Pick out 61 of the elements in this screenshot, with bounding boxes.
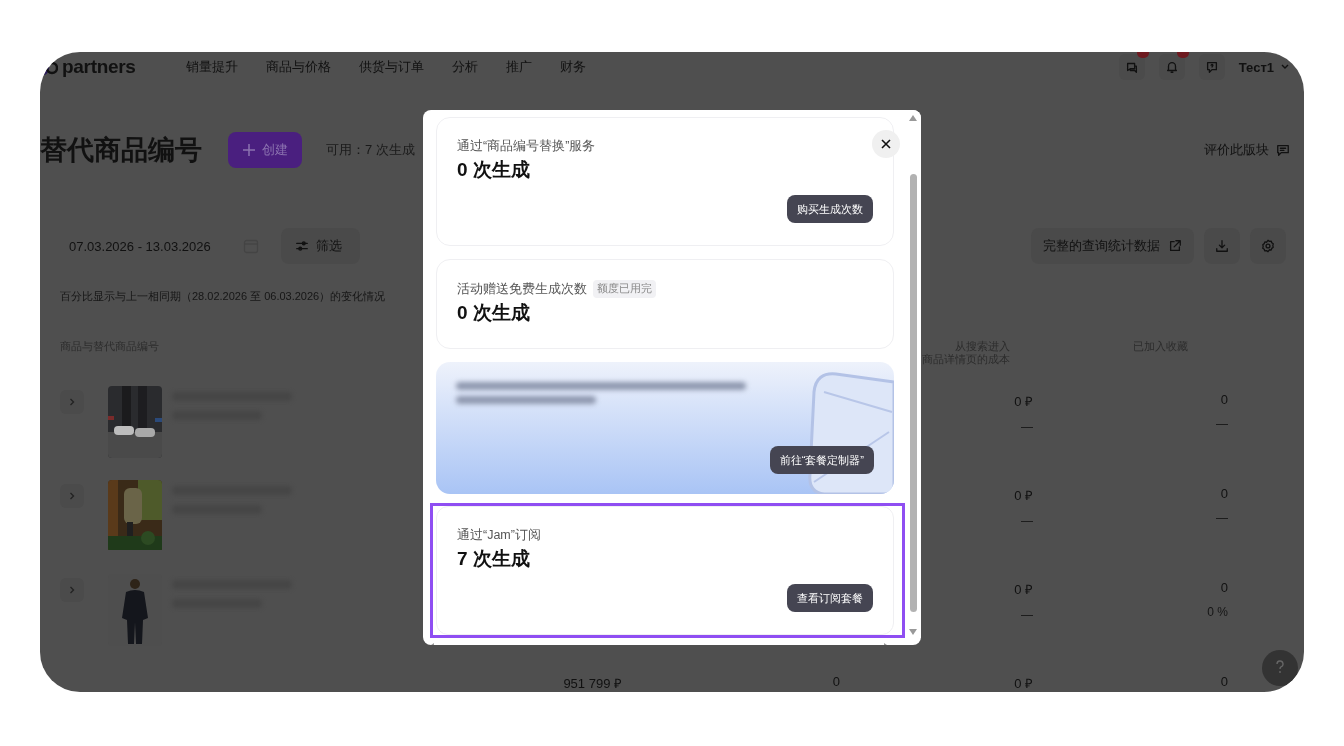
table-cell-text: 951 799 ₽ — [563, 675, 622, 692]
download-icon — [1215, 239, 1229, 253]
table-cell: 0 — [1220, 674, 1228, 689]
card-label: 通过“Jam”订阅 — [457, 527, 541, 544]
expand-button[interactable] — [60, 390, 84, 414]
user-menu[interactable]: Тест1 — [1238, 59, 1290, 75]
nav-item[interactable]: 分析 — [452, 58, 478, 76]
table-cell-text: 0 ₽ — [1014, 675, 1033, 692]
change-value: — — [1216, 417, 1228, 431]
generation-count: 0 次生成 — [457, 301, 531, 325]
nav-item[interactable]: 销量提升 — [186, 58, 238, 76]
table-cell-text: 0 ₽ — [1014, 581, 1033, 598]
nav-item[interactable]: 推广 — [506, 58, 532, 76]
settings-icon — [1261, 239, 1275, 253]
card-action-button[interactable]: 查看订阅套餐 — [787, 584, 873, 612]
change-value: — — [1021, 514, 1033, 528]
logo-text: partners — [62, 56, 136, 78]
change-value: — — [1021, 608, 1033, 622]
table-cell: 0 — [1220, 486, 1228, 501]
scroll-up-icon[interactable] — [909, 114, 917, 122]
chevron-icon — [67, 397, 77, 407]
date-range[interactable]: 07.03.2026 - 13.03.2026 — [69, 238, 211, 254]
sliders-icon — [294, 239, 309, 253]
chevron-icon — [67, 491, 77, 501]
nav-item[interactable]: 商品与价格 — [266, 58, 331, 76]
close-button[interactable] — [872, 130, 900, 158]
help-button[interactable] — [1262, 650, 1298, 686]
comment-icon — [1276, 143, 1290, 157]
table-cell-text: 0 ₽ — [1014, 393, 1033, 410]
external-link-icon — [1168, 239, 1182, 253]
nav-item[interactable]: 供货与订单 — [359, 58, 424, 76]
change-value: 0 % — [1207, 605, 1228, 619]
card-action-button[interactable]: 购买生成次数 — [787, 195, 873, 223]
rate-link[interactable]: 评价此版块 — [1204, 141, 1290, 159]
nav-item[interactable]: 财务 — [560, 58, 586, 76]
scroll-down-icon[interactable] — [909, 628, 917, 636]
chat-icon — [1124, 60, 1139, 74]
table-cell-text: 0 ₽ — [1014, 487, 1033, 504]
settings-button[interactable] — [1250, 228, 1286, 264]
generation-count: 7 次生成 — [457, 547, 531, 571]
promo-button[interactable]: 前往“套餐定制器” — [769, 446, 874, 474]
expand-button[interactable] — [60, 578, 84, 602]
close-icon — [881, 139, 891, 149]
download-button[interactable] — [1204, 228, 1240, 264]
bell-icon — [1164, 60, 1179, 74]
page-title: 替代商品编号 — [40, 134, 202, 167]
card-label: 通过“商品编号替换”服务 — [457, 138, 596, 155]
plus-icon — [242, 143, 256, 157]
expand-button[interactable] — [60, 484, 84, 508]
status-tag: 额度已用完 — [593, 280, 656, 298]
create-button[interactable]: 创建 — [228, 132, 302, 168]
change-value: — — [1021, 420, 1033, 434]
help-icon — [1275, 659, 1285, 674]
table-cell: 0 — [1220, 580, 1228, 595]
table-cell: 0 — [1220, 392, 1228, 407]
table-cell: 0 — [832, 674, 840, 689]
change-value: — — [1216, 511, 1228, 525]
generation-count: 0 次生成 — [457, 158, 531, 182]
help-icon — [1204, 60, 1219, 74]
chevron-icon — [67, 585, 77, 595]
card-label: 活动赠送免费生成次数 — [457, 280, 587, 298]
